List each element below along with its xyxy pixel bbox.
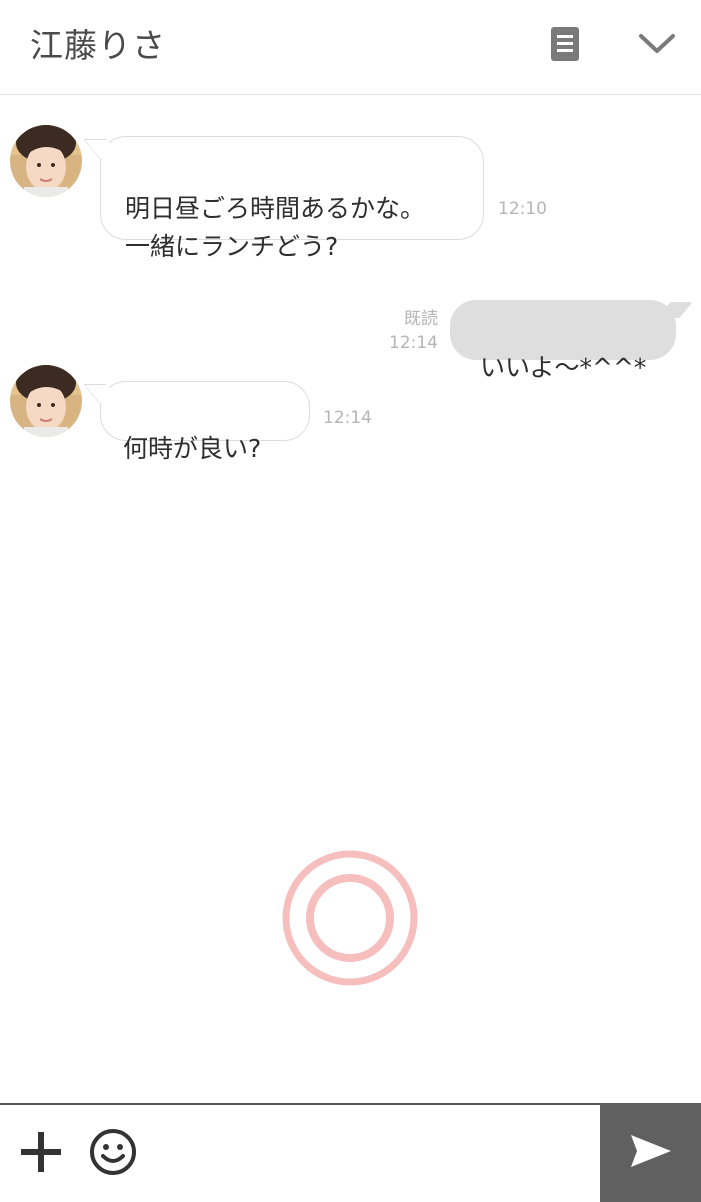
emoji-button[interactable] <box>88 1129 138 1179</box>
attach-button[interactable] <box>16 1129 66 1179</box>
plus-icon <box>19 1130 63 1178</box>
chat-header: 江藤りさ <box>0 0 701 95</box>
chevron-down-icon <box>638 32 676 60</box>
notes-icon <box>550 26 580 66</box>
loading-indicator <box>280 848 420 988</box>
collapse-button[interactable] <box>633 22 681 70</box>
message-text: 何時が良い? <box>123 434 262 463</box>
message-bubble[interactable]: 何時が良い? <box>100 381 310 463</box>
message-bubble[interactable]: 明日昼ごろ時間あるかな。 一緒にランチどう? <box>100 136 484 261</box>
smiley-icon <box>89 1128 137 1180</box>
message-composer <box>0 1103 701 1202</box>
message-time: 12:14 <box>389 333 438 353</box>
message-bubble[interactable]: いいよ〜*^^* <box>450 300 676 382</box>
message-text: いいよ〜*^^* <box>480 353 647 382</box>
send-button[interactable] <box>600 1103 701 1202</box>
message-time: 12:10 <box>498 199 547 219</box>
read-receipt: 既読 <box>404 309 438 329</box>
message-text: 明日昼ごろ時間あるかな。 一緒にランチどう? <box>125 194 426 261</box>
notes-button[interactable] <box>541 22 589 70</box>
message-input[interactable] <box>150 1113 594 1193</box>
contact-avatar[interactable] <box>10 125 82 197</box>
contact-name: 江藤りさ <box>30 26 166 65</box>
contact-avatar[interactable] <box>10 365 82 437</box>
send-icon <box>629 1133 673 1173</box>
message-time: 12:14 <box>323 408 372 428</box>
